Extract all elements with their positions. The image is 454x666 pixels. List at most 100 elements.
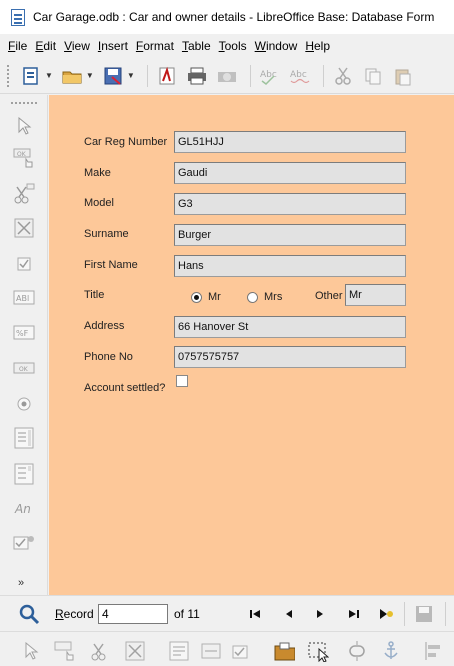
label-field-icon[interactable]: An: [13, 497, 35, 519]
menu-help[interactable]: Help: [301, 39, 334, 53]
spelling-icon[interactable]: Abc: [257, 63, 283, 89]
address-label: Address: [84, 320, 125, 332]
text-box-icon[interactable]: ABl: [13, 287, 35, 309]
record-navigation-bar: Record 4 of 11: [0, 595, 454, 631]
menu-edit[interactable]: Edit: [31, 39, 60, 53]
record-label: Record: [55, 607, 94, 621]
title-other-label: Other: [315, 290, 343, 302]
form-navigator-icon[interactable]: [168, 640, 190, 662]
design-mode-icon[interactable]: [13, 217, 35, 239]
menu-view[interactable]: View: [60, 39, 94, 53]
model-field[interactable]: G3: [174, 193, 406, 215]
record-count: of 11: [174, 607, 200, 621]
cut-icon[interactable]: [330, 63, 356, 89]
open-folder-icon[interactable]: [59, 63, 85, 89]
title-mr-radio[interactable]: [191, 292, 202, 303]
first-record-icon[interactable]: [245, 604, 265, 624]
open-in-design-mode-icon[interactable]: [273, 640, 295, 662]
title-mrs-label[interactable]: Mrs: [264, 291, 282, 303]
phone-label: Phone No: [84, 351, 133, 363]
push-button-icon[interactable]: OK: [13, 147, 35, 169]
svg-text:OK: OK: [17, 151, 27, 158]
form-design-icon[interactable]: [13, 183, 35, 205]
control-wizards-icon[interactable]: [13, 531, 35, 553]
title-bar: Car Garage.odb : Car and owner details -…: [0, 0, 454, 34]
form-controls-toolbar: OK ABl %F OK An »: [0, 95, 48, 595]
position-and-size-icon[interactable]: [346, 640, 368, 662]
copy-icon[interactable]: [360, 63, 386, 89]
automatic-control-focus-icon[interactable]: [307, 640, 329, 662]
last-record-icon[interactable]: [344, 604, 364, 624]
title-mrs-radio[interactable]: [247, 292, 258, 303]
toolbar-separator: [249, 64, 251, 87]
add-field-icon[interactable]: [232, 640, 254, 662]
anchor-icon[interactable]: [380, 640, 402, 662]
select-icon[interactable]: [13, 115, 35, 137]
next-record-icon[interactable]: [310, 604, 330, 624]
toolbar-grip[interactable]: [10, 101, 38, 105]
menu-table[interactable]: Table: [178, 39, 215, 53]
menu-file[interactable]: File: [4, 39, 31, 53]
checkbox-icon[interactable]: [13, 253, 35, 275]
menu-format[interactable]: Format: [132, 39, 178, 53]
first-name-field[interactable]: Hans: [174, 255, 406, 277]
design-mode-icon[interactable]: [124, 640, 146, 662]
nav-separator: [445, 602, 446, 626]
surname-field[interactable]: Burger: [174, 224, 406, 246]
menu-window[interactable]: Window: [251, 39, 302, 53]
nav-separator: [404, 602, 405, 626]
save-record-icon[interactable]: [414, 604, 434, 624]
form-design-icon[interactable]: [90, 640, 112, 662]
svg-text:An: An: [14, 502, 31, 516]
option-button-icon[interactable]: [13, 393, 35, 415]
export-pdf-icon[interactable]: [154, 63, 180, 89]
select-icon[interactable]: [20, 640, 42, 662]
account-settled-checkbox[interactable]: [176, 375, 188, 387]
make-field[interactable]: Gaudi: [174, 162, 406, 184]
menu-insert[interactable]: Insert: [94, 39, 132, 53]
menu-tools[interactable]: Tools: [215, 39, 251, 53]
car-reg-field[interactable]: GL51HJJ: [174, 131, 406, 153]
record-number-input[interactable]: 4: [98, 604, 168, 624]
align-icon[interactable]: [422, 640, 444, 662]
formatted-field-icon[interactable]: %F: [13, 322, 35, 344]
make-label: Make: [84, 167, 111, 179]
model-label: Model: [84, 197, 114, 209]
open-dropdown-icon[interactable]: ▼: [86, 71, 94, 80]
save-dropdown-icon[interactable]: ▼: [127, 71, 135, 80]
title-mr-label[interactable]: Mr: [208, 291, 221, 303]
save-icon[interactable]: [100, 63, 126, 89]
surname-label: Surname: [84, 228, 129, 240]
list-box-icon[interactable]: [13, 427, 35, 449]
address-field[interactable]: 66 Hanover St: [174, 316, 406, 338]
more-controls-icon[interactable]: »: [18, 577, 24, 589]
autospellcheck-icon[interactable]: Abc: [287, 63, 313, 89]
title-other-field[interactable]: Mr: [345, 284, 406, 306]
tab-order-icon[interactable]: [200, 640, 222, 662]
find-record-icon[interactable]: [18, 603, 40, 625]
print-preview-icon[interactable]: [214, 63, 240, 89]
svg-text:Abc: Abc: [260, 70, 277, 80]
previous-record-icon[interactable]: [279, 604, 299, 624]
new-dropdown-icon[interactable]: ▼: [45, 71, 53, 80]
window-title: Car Garage.odb : Car and owner details -…: [33, 10, 435, 24]
account-settled-label: Account settled?: [84, 382, 166, 394]
phone-field[interactable]: 0757575757: [174, 346, 406, 368]
combo-box-icon[interactable]: [13, 463, 35, 485]
form-design-toolbar: [0, 631, 454, 666]
document-icon: [11, 8, 25, 26]
button-icon[interactable]: OK: [13, 357, 35, 379]
menu-bar: File Edit View Insert Format Table Tools…: [0, 34, 454, 58]
svg-text:OK: OK: [19, 366, 29, 373]
push-button-icon[interactable]: [54, 640, 76, 662]
new-document-icon[interactable]: [18, 63, 44, 89]
toolbar-grip[interactable]: [6, 63, 10, 88]
svg-text:%F: %F: [16, 329, 29, 338]
paste-icon[interactable]: [390, 63, 416, 89]
title-label: Title: [84, 289, 105, 301]
car-reg-label: Car Reg Number: [84, 136, 168, 148]
print-icon[interactable]: [184, 63, 210, 89]
new-record-icon[interactable]: [376, 604, 396, 624]
standard-toolbar: ▼ ▼ ▼ Abc Abc: [0, 58, 454, 94]
toolbar-separator: [322, 64, 324, 87]
